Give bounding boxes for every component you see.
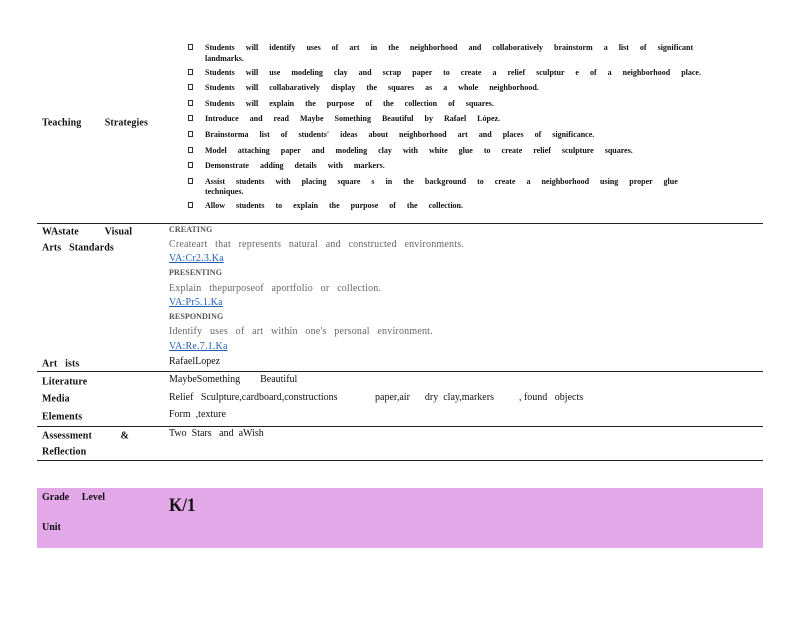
checkbox-bullet-icon xyxy=(188,44,193,50)
checkbox-bullet-icon xyxy=(188,202,193,209)
artists-label: Art ists xyxy=(42,358,80,370)
presenting-heading: PRESENTING xyxy=(169,268,223,277)
teaching-strategy-text: Introduce and read Maybe Something Beaut… xyxy=(205,114,501,124)
media-label: Media xyxy=(42,393,70,405)
checkbox-bullet-icon xyxy=(188,68,193,75)
creating-text: Createart that represents natural and co… xyxy=(169,239,465,250)
assessment-value: Two Stars and aWish xyxy=(169,428,264,439)
literature-label: Literature xyxy=(42,376,88,388)
standards-label-line1: WAstate Visual xyxy=(42,226,133,238)
teaching-strategy-item: Students will identify uses of art in th… xyxy=(188,40,708,64)
divider xyxy=(37,371,763,372)
presenting-text: Explain thepurposeof aportfolio or colle… xyxy=(169,283,382,294)
divider xyxy=(37,223,763,224)
creating-heading: CREATING xyxy=(169,225,213,234)
teaching-strategy-text: Assist students with placing square s in… xyxy=(205,176,678,186)
responding-heading: RESPONDING xyxy=(169,312,224,321)
divider xyxy=(37,460,763,461)
media-value: Relief Sculpture,cardboard,constructions… xyxy=(169,392,584,403)
assessment-label-line2: Reflection xyxy=(42,446,87,458)
lesson-plan-page: Teaching Strategies Students will identi… xyxy=(0,0,800,618)
teaching-strategy-text: Allow students to explain the purpose of… xyxy=(205,201,463,211)
checkbox-bullet-icon xyxy=(188,130,193,137)
grade-level-label: Grade Level xyxy=(42,492,106,503)
standards-label-line2: Arts Standards xyxy=(42,242,114,254)
grade-level-value: K/1 xyxy=(169,495,196,516)
divider xyxy=(37,426,763,427)
teaching-strategy-item: Assist students with placing square s in… xyxy=(188,174,708,198)
teaching-strategy-continuation: techniques. xyxy=(205,187,244,197)
teaching-strategy-item: Brainstorma list of students' ideas abou… xyxy=(188,127,708,143)
checkbox-bullet-icon xyxy=(188,99,193,106)
teaching-strategy-text: Students will explain the purpose of the… xyxy=(205,98,494,108)
assessment-label-line1: Assessment & xyxy=(42,430,129,442)
teaching-strategy-text: Demonstrate adding details with markers. xyxy=(205,161,385,171)
creating-code-link[interactable]: VA:Cr2.3.Ka xyxy=(169,253,224,264)
checkbox-bullet-icon xyxy=(188,177,193,184)
checkbox-bullet-icon xyxy=(188,162,193,169)
teaching-strategy-text: Brainstorma list of students' ideas abou… xyxy=(205,129,595,139)
checkbox-bullet-icon xyxy=(188,146,193,153)
unit-label: Unit xyxy=(42,522,61,533)
responding-text: Identify uses of art within one's person… xyxy=(169,326,433,337)
artists-value: RafaelLopez xyxy=(169,356,221,367)
checkbox-bullet-icon xyxy=(188,115,193,122)
teaching-strategy-item: Students will collabaratively display th… xyxy=(188,80,708,96)
literature-value: MaybeSomething Beautiful xyxy=(169,374,298,385)
grade-level-band xyxy=(37,488,763,548)
teaching-strategy-text: Students will use modeling clay and scra… xyxy=(205,67,701,77)
teaching-strategy-item: Model attaching paper and modeling clay … xyxy=(188,143,708,159)
teaching-strategy-item: Allow students to explain the purpose of… xyxy=(188,198,708,214)
responding-code-link[interactable]: VA:Re.7.1.Ka xyxy=(169,341,228,352)
teaching-strategy-item: Students will use modeling clay and scra… xyxy=(188,65,708,81)
teaching-strategies-label: Teaching Strategies xyxy=(42,117,148,129)
teaching-strategy-item: Introduce and read Maybe Something Beaut… xyxy=(188,111,708,127)
teaching-strategy-item: Students will explain the purpose of the… xyxy=(188,96,708,112)
teaching-strategy-text: Model attaching paper and modeling clay … xyxy=(205,145,633,155)
teaching-strategy-text: Students will collabaratively display th… xyxy=(205,83,539,93)
elements-label: Elements xyxy=(42,411,83,423)
checkbox-bullet-icon xyxy=(188,84,193,91)
teaching-strategy-text: Students will identify uses of art in th… xyxy=(205,43,694,52)
teaching-strategy-item: Demonstrate adding details with markers. xyxy=(188,158,708,174)
teaching-strategies-list: Students will identify uses of art in th… xyxy=(188,40,708,214)
elements-value: Form ,texture xyxy=(169,409,226,420)
teaching-strategy-continuation: landmarks. xyxy=(205,53,244,63)
presenting-code-link[interactable]: VA:Pr5.1.Ka xyxy=(169,297,223,308)
